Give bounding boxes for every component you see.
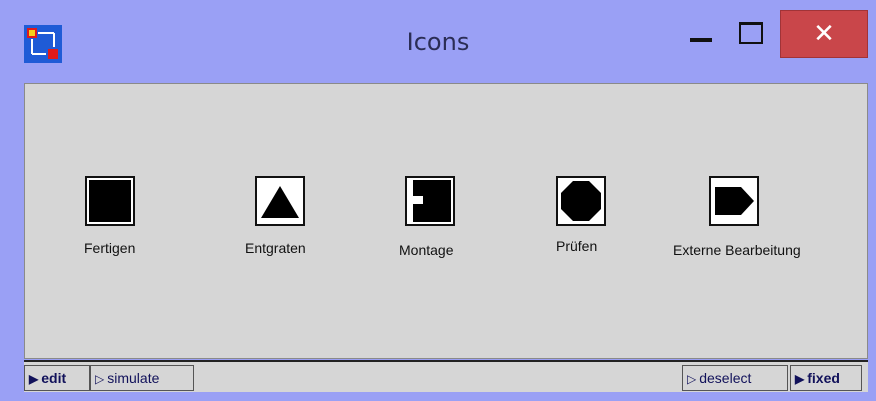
status-bar: ▶ edit ▷ simulate ▷ deselect ▶ fixed xyxy=(24,360,868,392)
edit-label: edit xyxy=(41,370,67,386)
play-filled-icon: ▶ xyxy=(795,372,805,386)
fertigen-icon[interactable] xyxy=(85,176,135,226)
externe-bearbeitung-icon[interactable] xyxy=(709,176,759,226)
deselect-label: deselect xyxy=(699,370,752,386)
icon-label-montage: Montage xyxy=(399,242,454,258)
maximize-icon xyxy=(739,22,763,44)
icon-label-externe-bearbeitung: Externe Bearbeitung xyxy=(673,242,801,258)
icon-canvas[interactable]: Fertigen Entgraten Montage Prüfen Extern… xyxy=(24,83,868,359)
icon-label-entgraten: Entgraten xyxy=(245,240,306,256)
minimize-icon xyxy=(690,38,712,42)
minimize-button[interactable] xyxy=(676,10,728,58)
edit-button[interactable]: ▶ edit xyxy=(24,365,90,391)
maximize-button[interactable] xyxy=(728,10,776,58)
icon-label-fertigen: Fertigen xyxy=(84,240,136,256)
montage-icon[interactable] xyxy=(405,176,455,226)
deselect-button[interactable]: ▷ deselect xyxy=(682,365,788,391)
close-icon: ✕ xyxy=(813,19,835,49)
simulate-label: simulate xyxy=(107,370,160,386)
play-filled-icon: ▶ xyxy=(29,372,39,386)
play-outline-icon: ▷ xyxy=(95,372,105,386)
pruefen-icon[interactable] xyxy=(556,176,606,226)
play-outline-icon: ▷ xyxy=(687,372,697,386)
fixed-button[interactable]: ▶ fixed xyxy=(790,365,862,391)
entgraten-icon[interactable] xyxy=(255,176,305,226)
simulate-button[interactable]: ▷ simulate xyxy=(90,365,194,391)
fixed-label: fixed xyxy=(807,370,840,386)
close-button[interactable]: ✕ xyxy=(780,10,868,58)
title-bar[interactable]: Icons ✕ xyxy=(0,0,876,84)
icon-label-pruefen: Prüfen xyxy=(556,238,598,254)
application-window: Icons ✕ Fertigen Entgraten Montage Prüfe… xyxy=(0,0,876,401)
